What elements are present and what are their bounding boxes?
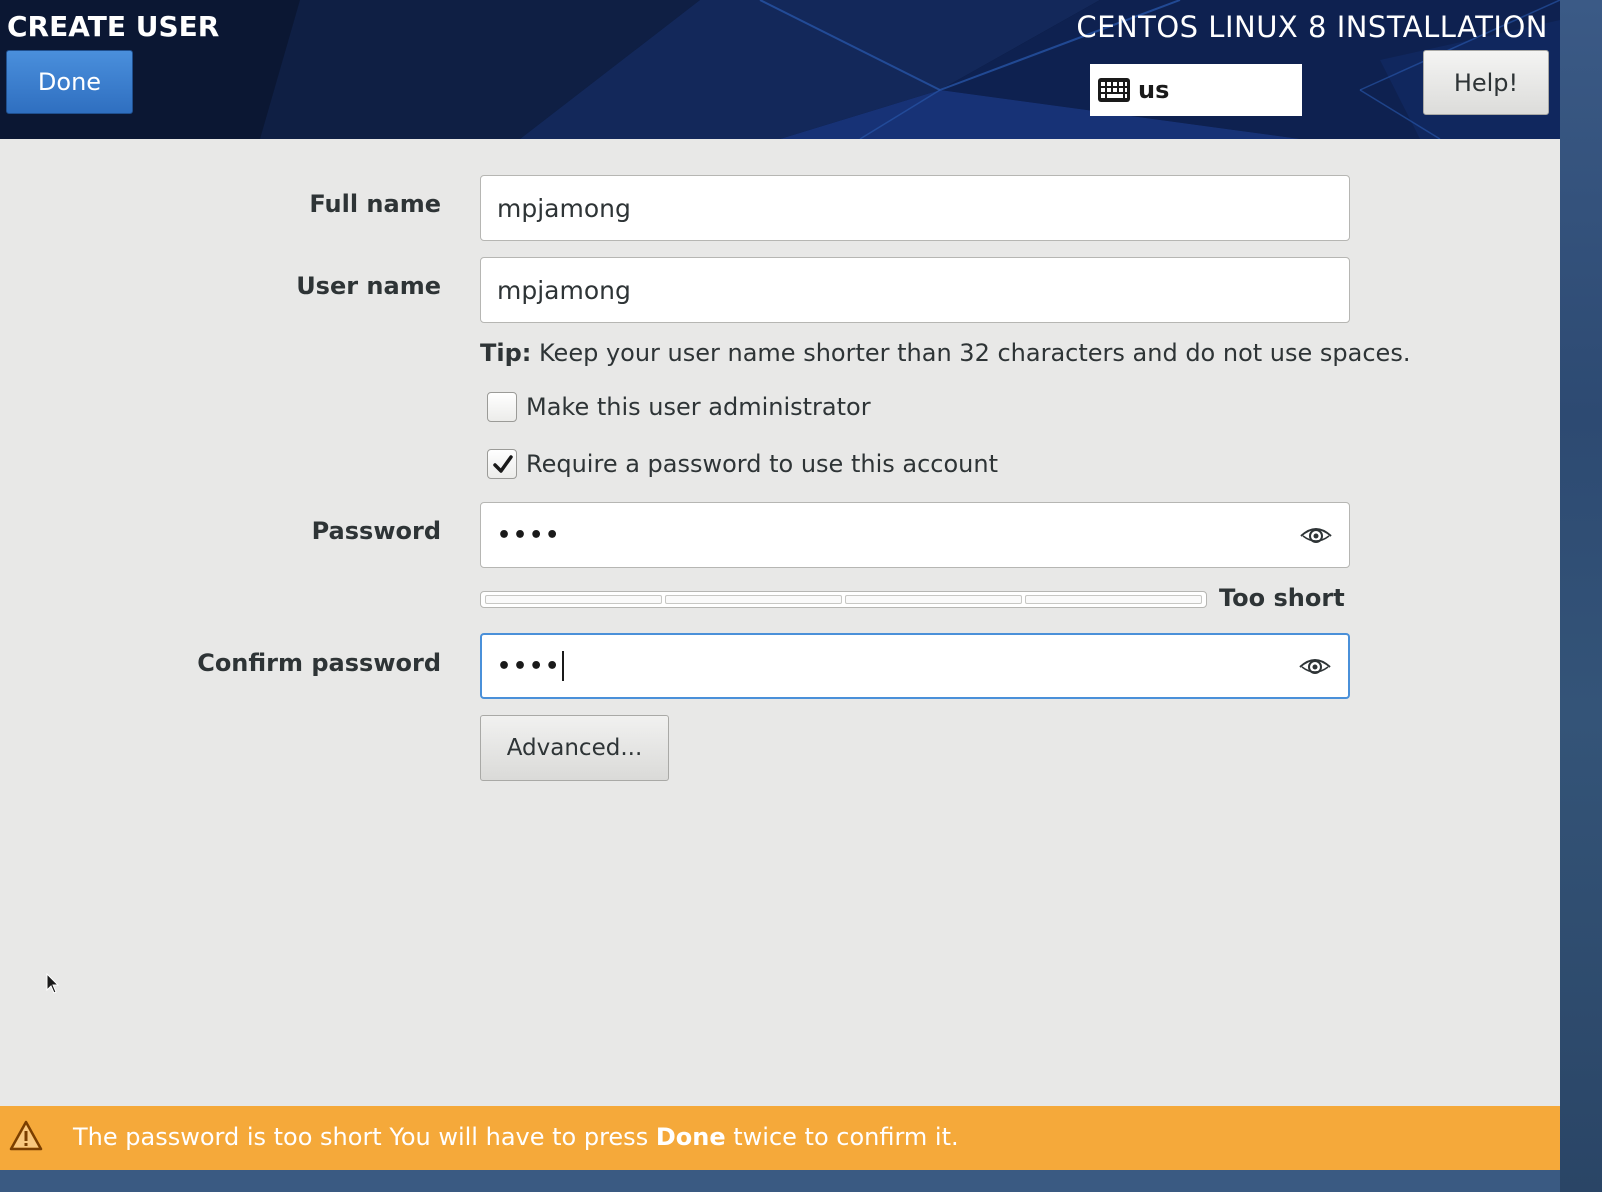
keyboard-layout-label: us <box>1138 76 1170 104</box>
mouse-pointer-icon <box>46 973 60 994</box>
require-password-checkbox[interactable] <box>487 449 517 479</box>
confirm-password-label: Confirm password <box>197 649 441 677</box>
warning-text-before: The password is too short You will have … <box>73 1123 656 1151</box>
full-name-input[interactable]: mpjamong <box>480 175 1350 241</box>
password-strength-meter <box>480 591 1207 608</box>
warning-text-bold: Done <box>655 1123 726 1151</box>
require-password-checkbox-label[interactable]: Require a password to use this account <box>526 450 998 478</box>
username-tip: Tip: Keep your user name shorter than 32… <box>480 339 1410 367</box>
confirm-password-input[interactable]: •••• <box>480 633 1350 699</box>
warning-icon <box>9 1120 43 1151</box>
admin-checkbox-label[interactable]: Make this user administrator <box>526 393 871 421</box>
help-button[interactable]: Help! <box>1423 50 1549 115</box>
password-label: Password <box>311 517 441 545</box>
password-strength-label: Too short <box>1219 584 1345 612</box>
desktop-background <box>1560 0 1602 1192</box>
header-bar: CREATE USER CENTOS LINUX 8 INSTALLATION … <box>0 0 1560 139</box>
user-name-input[interactable]: mpjamong <box>480 257 1350 323</box>
tip-prefix: Tip: <box>480 339 532 367</box>
full-name-value: mpjamong <box>497 193 631 223</box>
confirm-password-masked-value: •••• <box>497 653 562 679</box>
text-caret <box>562 651 565 681</box>
product-title: CENTOS LINUX 8 INSTALLATION <box>1076 10 1548 44</box>
eye-icon[interactable] <box>1299 522 1333 548</box>
strength-segment <box>1025 595 1202 604</box>
installer-window: CREATE USER CENTOS LINUX 8 INSTALLATION … <box>0 0 1560 1170</box>
warning-text-after: twice to confirm it. <box>725 1123 959 1151</box>
full-name-label: Full name <box>309 190 441 218</box>
password-input[interactable]: •••• <box>480 502 1350 568</box>
warning-message: The password is too short You will have … <box>73 1123 959 1151</box>
strength-segment <box>485 595 662 604</box>
advanced-button[interactable]: Advanced... <box>480 715 669 781</box>
strength-segment <box>665 595 842 604</box>
strength-segment <box>845 595 1022 604</box>
user-name-label: User name <box>296 272 441 300</box>
desktop-background-bottom <box>0 1170 1560 1192</box>
keyboard-layout-indicator[interactable]: us <box>1090 64 1302 116</box>
user-name-value: mpjamong <box>497 275 631 305</box>
admin-checkbox[interactable] <box>487 392 517 422</box>
screen-title: CREATE USER <box>7 10 220 43</box>
keyboard-icon <box>1098 78 1130 102</box>
eye-icon[interactable] <box>1298 653 1332 679</box>
require-password-checkbox-row[interactable]: Require a password to use this account <box>487 449 998 479</box>
warning-bar[interactable]: The password is too short You will have … <box>0 1106 1560 1170</box>
password-masked-value: •••• <box>497 522 562 548</box>
checkmark-icon <box>493 455 513 473</box>
tip-text: Keep your user name shorter than 32 char… <box>531 339 1411 367</box>
done-button[interactable]: Done <box>6 50 133 114</box>
admin-checkbox-row[interactable]: Make this user administrator <box>487 392 871 422</box>
